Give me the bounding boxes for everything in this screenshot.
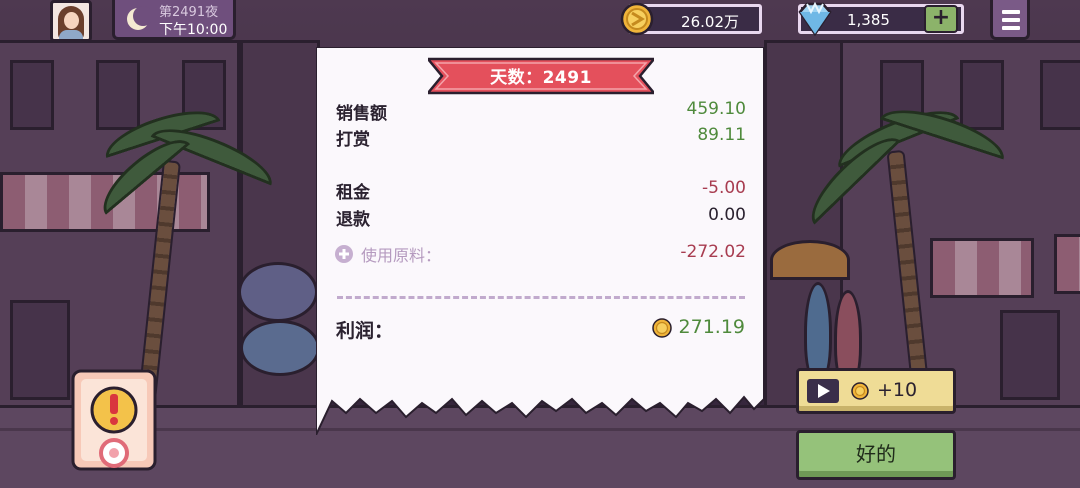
play-video-icon (807, 379, 839, 403)
rent-value: -5.00 (702, 178, 746, 198)
profit-label: 利润： (336, 320, 394, 342)
awning-right (930, 238, 1034, 298)
refund-value: 0.00 (708, 205, 746, 225)
profit-value: 271.19 (678, 316, 745, 338)
tips-value: 89.11 (697, 125, 746, 145)
add-gems-button[interactable]: + (924, 5, 958, 33)
materials-value: -272.02 (680, 242, 746, 262)
diamond-icon (798, 1, 832, 37)
sales-label: 销售额 (336, 104, 387, 124)
watch-ad-bonus-button[interactable]: +10 (796, 368, 956, 414)
ok-button[interactable]: 好的 (796, 430, 956, 480)
coin-icon (851, 382, 869, 400)
sales-value: 459.10 (686, 99, 746, 119)
ad-bonus-amount: +10 (877, 379, 918, 401)
tips-label: 打赏 (336, 130, 370, 150)
gem-balance-value: 1,385 (847, 11, 890, 29)
swim-ring (238, 262, 318, 322)
receipt-divider (337, 296, 745, 299)
refund-label: 退款 (336, 210, 370, 230)
tips-row: 打赏 89.11 (336, 125, 746, 150)
hamburger-icon (1002, 10, 1020, 14)
menu-button[interactable] (990, 0, 1030, 40)
coin-icon (620, 2, 654, 36)
night-clock-badge: 第2491夜 下午10:00 (112, 0, 236, 40)
coin-balance-value: 26.02万 (681, 13, 739, 31)
alert-card-icon[interactable] (70, 368, 158, 472)
moon-icon (127, 6, 151, 30)
refund-row: 退款 0.00 (336, 205, 746, 230)
rent-row: 租金 -5.00 (336, 178, 746, 203)
sales-row: 销售额 459.10 (336, 99, 746, 124)
day-counter: 天数：2491 (490, 68, 592, 88)
player-avatar[interactable] (50, 0, 92, 42)
materials-row: -272.02 (336, 242, 746, 266)
surfboard (804, 282, 832, 382)
rent-label: 租金 (336, 183, 370, 203)
coin-icon (652, 318, 672, 338)
night-counter: 第2491夜 (159, 5, 219, 20)
clock-time: 下午10:00 (159, 22, 228, 38)
